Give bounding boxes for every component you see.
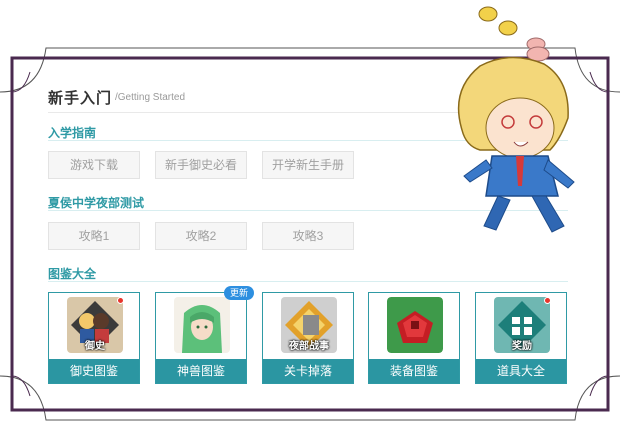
notification-dot — [544, 297, 551, 304]
card-label: 御史图鉴 — [49, 359, 139, 383]
card-label: 道具大全 — [476, 359, 566, 383]
section-title-night-test: 夏侯中学夜部测试 — [48, 196, 145, 210]
notification-dot — [117, 297, 124, 304]
card-stage-drops[interactable]: 夜部战事 关卡掉落 — [262, 292, 354, 384]
green-hair-beast-thumbnail — [174, 297, 230, 353]
card-label: 装备图鉴 — [369, 359, 459, 383]
card-label: 关卡掉落 — [263, 359, 353, 383]
red-bag-thumbnail — [387, 297, 443, 353]
page-subtitle: /Getting Started — [115, 92, 186, 103]
card-label: 神兽图鉴 — [156, 359, 246, 383]
guide-1-button[interactable]: 攻略1 — [48, 222, 140, 250]
thumb-caption: 御史 — [85, 341, 105, 352]
section-divider — [48, 281, 568, 282]
update-badge: 更新 — [224, 286, 254, 300]
newbie-must-read-button[interactable]: 新手御史必看 — [155, 151, 247, 179]
battle-thumbnail: 夜部战事 — [281, 297, 337, 353]
card-censor-encyclopedia[interactable]: 御史 御史图鉴 — [48, 292, 140, 384]
mascot-illustration — [457, 6, 575, 233]
gift-thumbnail: 奖励 — [494, 297, 550, 353]
section-title-encyclopedia: 图鉴大全 — [48, 267, 97, 281]
card-beast-encyclopedia[interactable]: 神兽图鉴 — [155, 292, 247, 384]
characters-thumbnail: 御史 — [67, 297, 123, 353]
section-title-guide: 入学指南 — [48, 126, 97, 140]
thumb-caption: 夜部战事 — [289, 341, 329, 352]
guide-2-button[interactable]: 攻略2 — [155, 222, 247, 250]
thumb-caption: 奖励 — [512, 341, 532, 352]
game-download-button[interactable]: 游戏下载 — [48, 151, 140, 179]
page-title: 新手入门 — [48, 90, 113, 107]
card-items-collection[interactable]: 奖励 道具大全 — [475, 292, 567, 384]
guide-3-button[interactable]: 攻略3 — [262, 222, 354, 250]
card-equipment-encyclopedia[interactable]: 装备图鉴 — [368, 292, 460, 384]
student-handbook-button[interactable]: 开学新生手册 — [262, 151, 354, 179]
